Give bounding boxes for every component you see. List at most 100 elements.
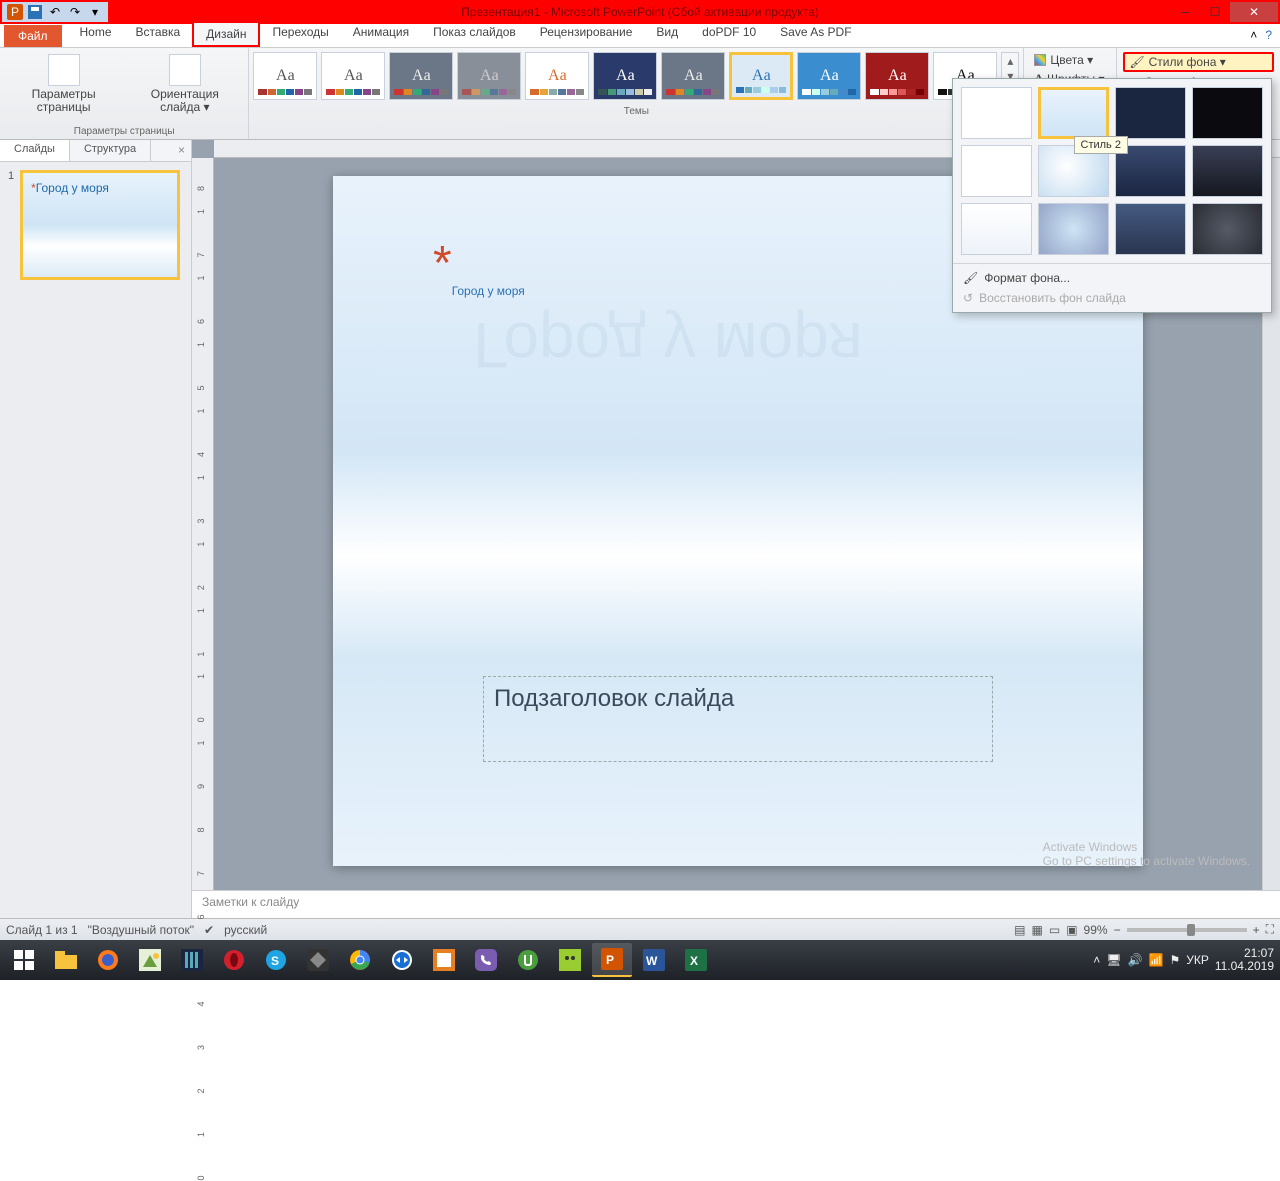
word-icon[interactable]: W	[634, 943, 674, 977]
bg-style-10[interactable]	[1038, 203, 1109, 255]
svg-text:X: X	[690, 954, 698, 968]
tray-icon[interactable]: 🖥	[1106, 953, 1121, 967]
format-bg-icon: 🖌	[963, 271, 978, 285]
zoom-out-icon[interactable]: −	[1114, 923, 1121, 937]
help-icon[interactable]: ?	[1265, 28, 1272, 42]
excel-icon[interactable]: X	[676, 943, 716, 977]
close-panel-icon[interactable]: ×	[178, 143, 185, 157]
slide-panel-tabs: Слайды Структура ×	[0, 140, 191, 162]
view-reading-icon[interactable]: ▭	[1049, 923, 1060, 937]
svg-text:S: S	[271, 954, 279, 968]
undo-icon[interactable]: ↶	[46, 3, 64, 21]
qat-more-icon[interactable]: ▾	[86, 3, 104, 21]
ribbon-minimize-icon[interactable]: ˄	[1250, 28, 1257, 42]
redo-icon[interactable]: ↷	[66, 3, 84, 21]
slide-thumbnail-1[interactable]: *Город у моря	[20, 170, 180, 280]
app-icon-3[interactable]	[298, 943, 338, 977]
chrome-icon[interactable]	[340, 943, 380, 977]
theme-thumb-2[interactable]: Aa	[389, 52, 453, 100]
background-styles-popup: 🖌Формат фона... ↺Восстановить фон слайда	[952, 78, 1272, 313]
notepadpp-icon[interactable]	[550, 943, 590, 977]
skype-icon[interactable]: S	[256, 943, 296, 977]
view-sorter-icon[interactable]: ▦	[1032, 923, 1043, 937]
ribbon-tab-вид[interactable]: Вид	[644, 21, 690, 47]
slide-counter: Слайд 1 из 1	[6, 923, 78, 937]
viber-icon[interactable]	[466, 943, 506, 977]
theme-thumb-5[interactable]: Aa	[593, 52, 657, 100]
theme-thumb-8[interactable]: Aa	[797, 52, 861, 100]
theme-thumb-7[interactable]: Aa	[729, 52, 793, 100]
tab-outline[interactable]: Структура	[70, 140, 151, 161]
file-explorer-icon[interactable]	[46, 943, 86, 977]
zoom-in-icon[interactable]: +	[1253, 923, 1260, 937]
clock[interactable]: 21:07 11.04.2019	[1215, 947, 1274, 973]
slide-title[interactable]: *Город у моря	[433, 236, 525, 310]
colors-button[interactable]: Цвета ▾	[1030, 52, 1110, 68]
close-button[interactable]: ✕	[1230, 2, 1278, 22]
ribbon-tab-показ слайдов[interactable]: Показ слайдов	[421, 21, 528, 47]
tray-expand-icon[interactable]: ˄	[1093, 953, 1100, 967]
opera-icon[interactable]	[214, 943, 254, 977]
page-setup-button[interactable]: Параметры страницы	[6, 52, 121, 116]
theme-thumb-3[interactable]: Aa	[457, 52, 521, 100]
bg-style-11[interactable]	[1115, 203, 1186, 255]
tab-slides[interactable]: Слайды	[0, 140, 70, 161]
zoom-slider[interactable]	[1127, 928, 1247, 932]
save-icon[interactable]	[26, 3, 44, 21]
orientation-button[interactable]: Ориентация слайда ▾	[127, 52, 242, 116]
fit-slide-icon[interactable]: ⛶	[1266, 922, 1274, 937]
utorrent-icon[interactable]	[508, 943, 548, 977]
ribbon-tab-home[interactable]: Home	[68, 21, 124, 47]
format-background-item[interactable]: 🖌Формат фона...	[957, 268, 1267, 288]
view-normal-icon[interactable]: ▤	[1014, 923, 1025, 937]
ribbon-tab-дизайн[interactable]: Дизайн	[192, 21, 260, 47]
ribbon-tab-анимация[interactable]: Анимация	[341, 21, 421, 47]
theme-thumb-1[interactable]: Aa	[321, 52, 385, 100]
themes-gallery[interactable]: AaAaAaAaAaAaAaAaAaAaAa▴▾▾	[249, 48, 1023, 104]
bg-style-4[interactable]	[1192, 87, 1263, 139]
theme-thumb-6[interactable]: Aa	[661, 52, 725, 100]
ribbon-tab-save as pdf[interactable]: Save As PDF	[768, 21, 863, 47]
thumb-title: *Город у моря	[31, 181, 169, 195]
ribbon-tab-dopdf 10[interactable]: doPDF 10	[690, 21, 768, 47]
powerpoint-taskbar-icon[interactable]: P	[592, 943, 632, 977]
start-button[interactable]	[4, 943, 44, 977]
app-icon-2[interactable]	[172, 943, 212, 977]
bg-style-1[interactable]	[961, 87, 1032, 139]
background-styles-grid	[953, 79, 1271, 263]
teamviewer-icon[interactable]	[382, 943, 422, 977]
theme-thumb-9[interactable]: Aa	[865, 52, 929, 100]
language-indicator[interactable]: русский	[224, 923, 267, 937]
flag-icon[interactable]: ⚑	[1169, 953, 1180, 967]
bg-style-8[interactable]	[1192, 145, 1263, 197]
network-icon[interactable]: 📶	[1148, 953, 1163, 967]
app-icon-4[interactable]	[424, 943, 464, 977]
bg-style-5[interactable]	[961, 145, 1032, 197]
volume-icon[interactable]: 🔊	[1128, 953, 1143, 967]
background-styles-button[interactable]: 🖌Стили фона ▾	[1123, 52, 1274, 72]
theme-thumb-0[interactable]: Aa	[253, 52, 317, 100]
keyboard-layout[interactable]: УКР	[1186, 953, 1209, 967]
bg-style-2[interactable]	[1038, 87, 1109, 139]
maximize-button[interactable]: ☐	[1200, 2, 1230, 22]
bg-style-3[interactable]	[1115, 87, 1186, 139]
ribbon-tab-вставка[interactable]: Вставка	[124, 21, 193, 47]
bg-style-12[interactable]	[1192, 203, 1263, 255]
notes-pane[interactable]: Заметки к слайду	[192, 890, 1280, 918]
restore-bg-icon: ↺	[963, 291, 973, 305]
ribbon-tab-переходы[interactable]: Переходы	[260, 21, 340, 47]
zoom-value[interactable]: 99%	[1084, 923, 1108, 937]
themes-group: AaAaAaAaAaAaAaAaAaAaAa▴▾▾ Темы	[249, 48, 1023, 139]
firefox-icon[interactable]	[88, 943, 128, 977]
ribbon-tab-рецензирование[interactable]: Рецензирование	[528, 21, 645, 47]
app-icon-1[interactable]	[130, 943, 170, 977]
page-setup-group: Параметры страницы Ориентация слайда ▾ П…	[0, 48, 249, 139]
slide-subtitle-placeholder[interactable]: Подзаголовок слайда	[483, 676, 993, 762]
bg-style-9[interactable]	[961, 203, 1032, 255]
restore-background-item: ↺Восстановить фон слайда	[957, 288, 1267, 308]
quick-access-toolbar: P ↶ ↷ ▾	[2, 2, 108, 22]
theme-thumb-4[interactable]: Aa	[525, 52, 589, 100]
view-slideshow-icon[interactable]: ▣	[1066, 923, 1077, 937]
file-tab[interactable]: Файл	[4, 25, 62, 47]
minimize-button[interactable]: ─	[1170, 2, 1200, 22]
